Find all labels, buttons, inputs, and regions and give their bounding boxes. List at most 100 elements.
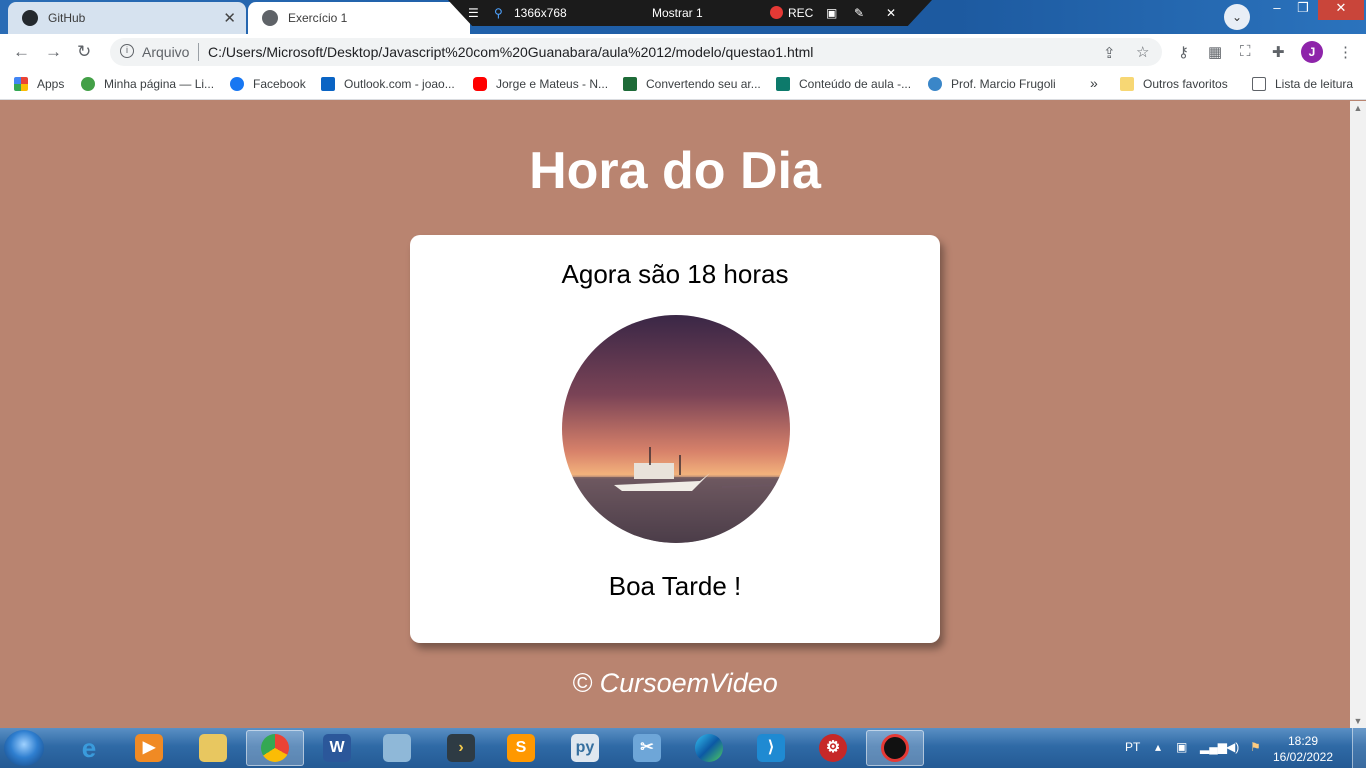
- url-text[interactable]: C:/Users/Microsoft/Desktop/Javascript%20…: [208, 44, 813, 60]
- camera-icon[interactable]: ▣: [826, 6, 837, 20]
- taskbar-python-idle[interactable]: ›: [432, 730, 490, 766]
- taskbar-sublime[interactable]: S: [492, 730, 550, 766]
- bookmark-facebook[interactable]: Facebook: [230, 77, 306, 91]
- scroll-up-icon[interactable]: ▲: [1350, 103, 1366, 113]
- rec-button[interactable]: REC: [788, 6, 813, 20]
- taskbar-edge[interactable]: [680, 730, 738, 766]
- snipping-tool-icon: ✂: [633, 734, 661, 762]
- folder-icon: [1120, 77, 1134, 91]
- bookmark-label: Lista de leitura: [1275, 77, 1354, 91]
- classroom-icon: [776, 77, 790, 91]
- forward-icon[interactable]: →: [45, 42, 62, 62]
- share-icon[interactable]: ⇪: [1103, 44, 1116, 62]
- notes-icon: [383, 734, 411, 762]
- apps-grid-icon: [14, 77, 28, 91]
- taskbar-clock[interactable]: 18:29 16/02/2022: [1268, 733, 1338, 765]
- close-window-button[interactable]: ✕: [1318, 0, 1364, 20]
- bookmark-label: Prof. Marcio Frugoli: [951, 77, 1056, 91]
- close-recorder-icon[interactable]: ✕: [886, 6, 896, 20]
- folder-icon: [199, 734, 227, 762]
- taskbar-recorder[interactable]: [866, 730, 924, 766]
- internet-explorer-icon: e: [81, 733, 97, 763]
- bookmarks-bar: Apps Minha página — Li... Facebook Outlo…: [0, 70, 1366, 100]
- hour-message: Agora são 18 horas: [561, 259, 789, 289]
- bookmark-marcio[interactable]: Prof. Marcio Frugoli: [928, 77, 1056, 91]
- bookmarks-overflow[interactable]: »: [1090, 75, 1098, 91]
- security-label: Arquivo: [142, 44, 190, 60]
- show-hidden-icons[interactable]: ▴: [1155, 740, 1161, 754]
- bookmark-conteudo[interactable]: Conteúdo de aula -...: [776, 77, 911, 91]
- info-icon[interactable]: i: [120, 44, 134, 58]
- address-bar[interactable]: i Arquivo C:/Users/Microsoft/Desktop/Jav…: [110, 38, 1162, 66]
- menu-icon[interactable]: ☰: [468, 6, 479, 20]
- screenshot-icon[interactable]: ⛶: [1240, 43, 1251, 60]
- taskbar-internet-explorer[interactable]: e: [60, 730, 118, 766]
- taskbar-media-player[interactable]: ▶: [120, 730, 178, 766]
- taskbar-word[interactable]: W: [308, 730, 366, 766]
- bookmark-other-favorites[interactable]: Outros favoritos: [1120, 77, 1228, 91]
- reading-list-icon: [1252, 77, 1266, 91]
- tab-exercicio[interactable]: Exercício 1: [248, 2, 470, 34]
- taskbar-vscode[interactable]: ⟩: [742, 730, 800, 766]
- bookmark-label: Convertendo seu ar...: [646, 77, 761, 91]
- globe-icon: [262, 10, 278, 26]
- taskbar-explorer[interactable]: [184, 730, 242, 766]
- outlook-icon: [321, 77, 335, 91]
- pin-icon[interactable]: ⚲: [494, 6, 503, 20]
- python-file-icon: py: [571, 734, 599, 762]
- taskbar-python-file[interactable]: py: [556, 730, 614, 766]
- bookmark-youtube[interactable]: Jorge e Mateus - N...: [473, 77, 608, 91]
- action-center-icon[interactable]: ⚑: [1250, 740, 1261, 754]
- tab-label: GitHub: [48, 11, 86, 25]
- media-player-icon: ▶: [135, 734, 163, 762]
- bookmark-label: Outros favoritos: [1143, 77, 1228, 91]
- bookmark-label: Apps: [37, 77, 65, 91]
- signal-icon[interactable]: ▂▄▆: [1200, 740, 1227, 754]
- python-terminal-icon: ›: [447, 734, 475, 762]
- page-body: Hora do Dia Agora são 18 horas Boa Tarde…: [0, 101, 1350, 728]
- facebook-icon: [230, 77, 244, 91]
- tab-github[interactable]: GitHub ✕: [8, 2, 246, 34]
- windows-taskbar: e ▶ W › S py ✂ ⟩ ⚙ PT ▴ ▣ ▂▄▆ ◀) ⚑ 18:29: [0, 728, 1366, 768]
- restore-button[interactable]: ❐: [1286, 0, 1320, 20]
- tab-strip: GitHub ✕ Exercício 1 ☰ ⚲ 1366x768 Mostra…: [0, 0, 1366, 34]
- taskbar-app-red[interactable]: ⚙: [804, 730, 862, 766]
- extension-icon[interactable]: ⚷: [1178, 43, 1189, 61]
- youtube-icon: [473, 77, 487, 91]
- close-tab-icon[interactable]: ✕: [223, 9, 236, 27]
- taskbar-snipping[interactable]: ✂: [618, 730, 676, 766]
- more-menu-icon[interactable]: ⋮: [1338, 43, 1353, 61]
- show-monitor-label[interactable]: Mostrar 1: [652, 6, 703, 20]
- bookmark-outlook[interactable]: Outlook.com - joao...: [321, 77, 455, 91]
- start-button[interactable]: [4, 730, 44, 766]
- taskbar-notes[interactable]: [368, 730, 426, 766]
- wordpress-icon: [928, 77, 942, 91]
- clock-date: 16/02/2022: [1272, 750, 1334, 764]
- volume-icon[interactable]: ◀): [1226, 740, 1239, 754]
- linktree-icon: [81, 77, 95, 91]
- bookmark-apps[interactable]: Apps: [14, 77, 64, 91]
- edge-icon: [695, 734, 723, 762]
- show-desktop-button[interactable]: [1352, 728, 1366, 768]
- scroll-down-icon[interactable]: ▼: [1350, 716, 1366, 726]
- page-scrollbar[interactable]: ▲ ▼: [1350, 101, 1366, 728]
- network-error-icon[interactable]: ▣: [1176, 740, 1187, 754]
- pen-icon[interactable]: ✎: [854, 6, 864, 20]
- bookmark-minha-pagina[interactable]: Minha página — Li...: [81, 77, 214, 91]
- screen-recorder-bar: ☰ ⚲ 1366x768 Mostrar 1 REC ▣ ✎ ✕: [448, 0, 932, 26]
- reload-icon[interactable]: ↻: [77, 42, 91, 62]
- record-icon: [770, 6, 783, 19]
- tab-search-icon[interactable]: ⌄: [1224, 4, 1250, 30]
- bookmark-convertendo[interactable]: Convertendo seu ar...: [623, 77, 761, 91]
- back-icon[interactable]: ←: [13, 42, 30, 62]
- taskbar-chrome[interactable]: [246, 730, 304, 766]
- pdf-icon[interactable]: ▦: [1208, 43, 1222, 61]
- puzzle-icon[interactable]: ✚: [1272, 43, 1285, 61]
- language-indicator[interactable]: PT: [1125, 740, 1140, 754]
- bookmark-label: Outlook.com - joao...: [344, 77, 455, 91]
- avatar[interactable]: J: [1301, 41, 1323, 63]
- bookmark-star-icon[interactable]: ☆: [1136, 43, 1149, 61]
- word-icon: W: [323, 734, 351, 762]
- reading-list[interactable]: Lista de leitura: [1252, 77, 1353, 91]
- bookmark-label: Conteúdo de aula -...: [799, 77, 912, 91]
